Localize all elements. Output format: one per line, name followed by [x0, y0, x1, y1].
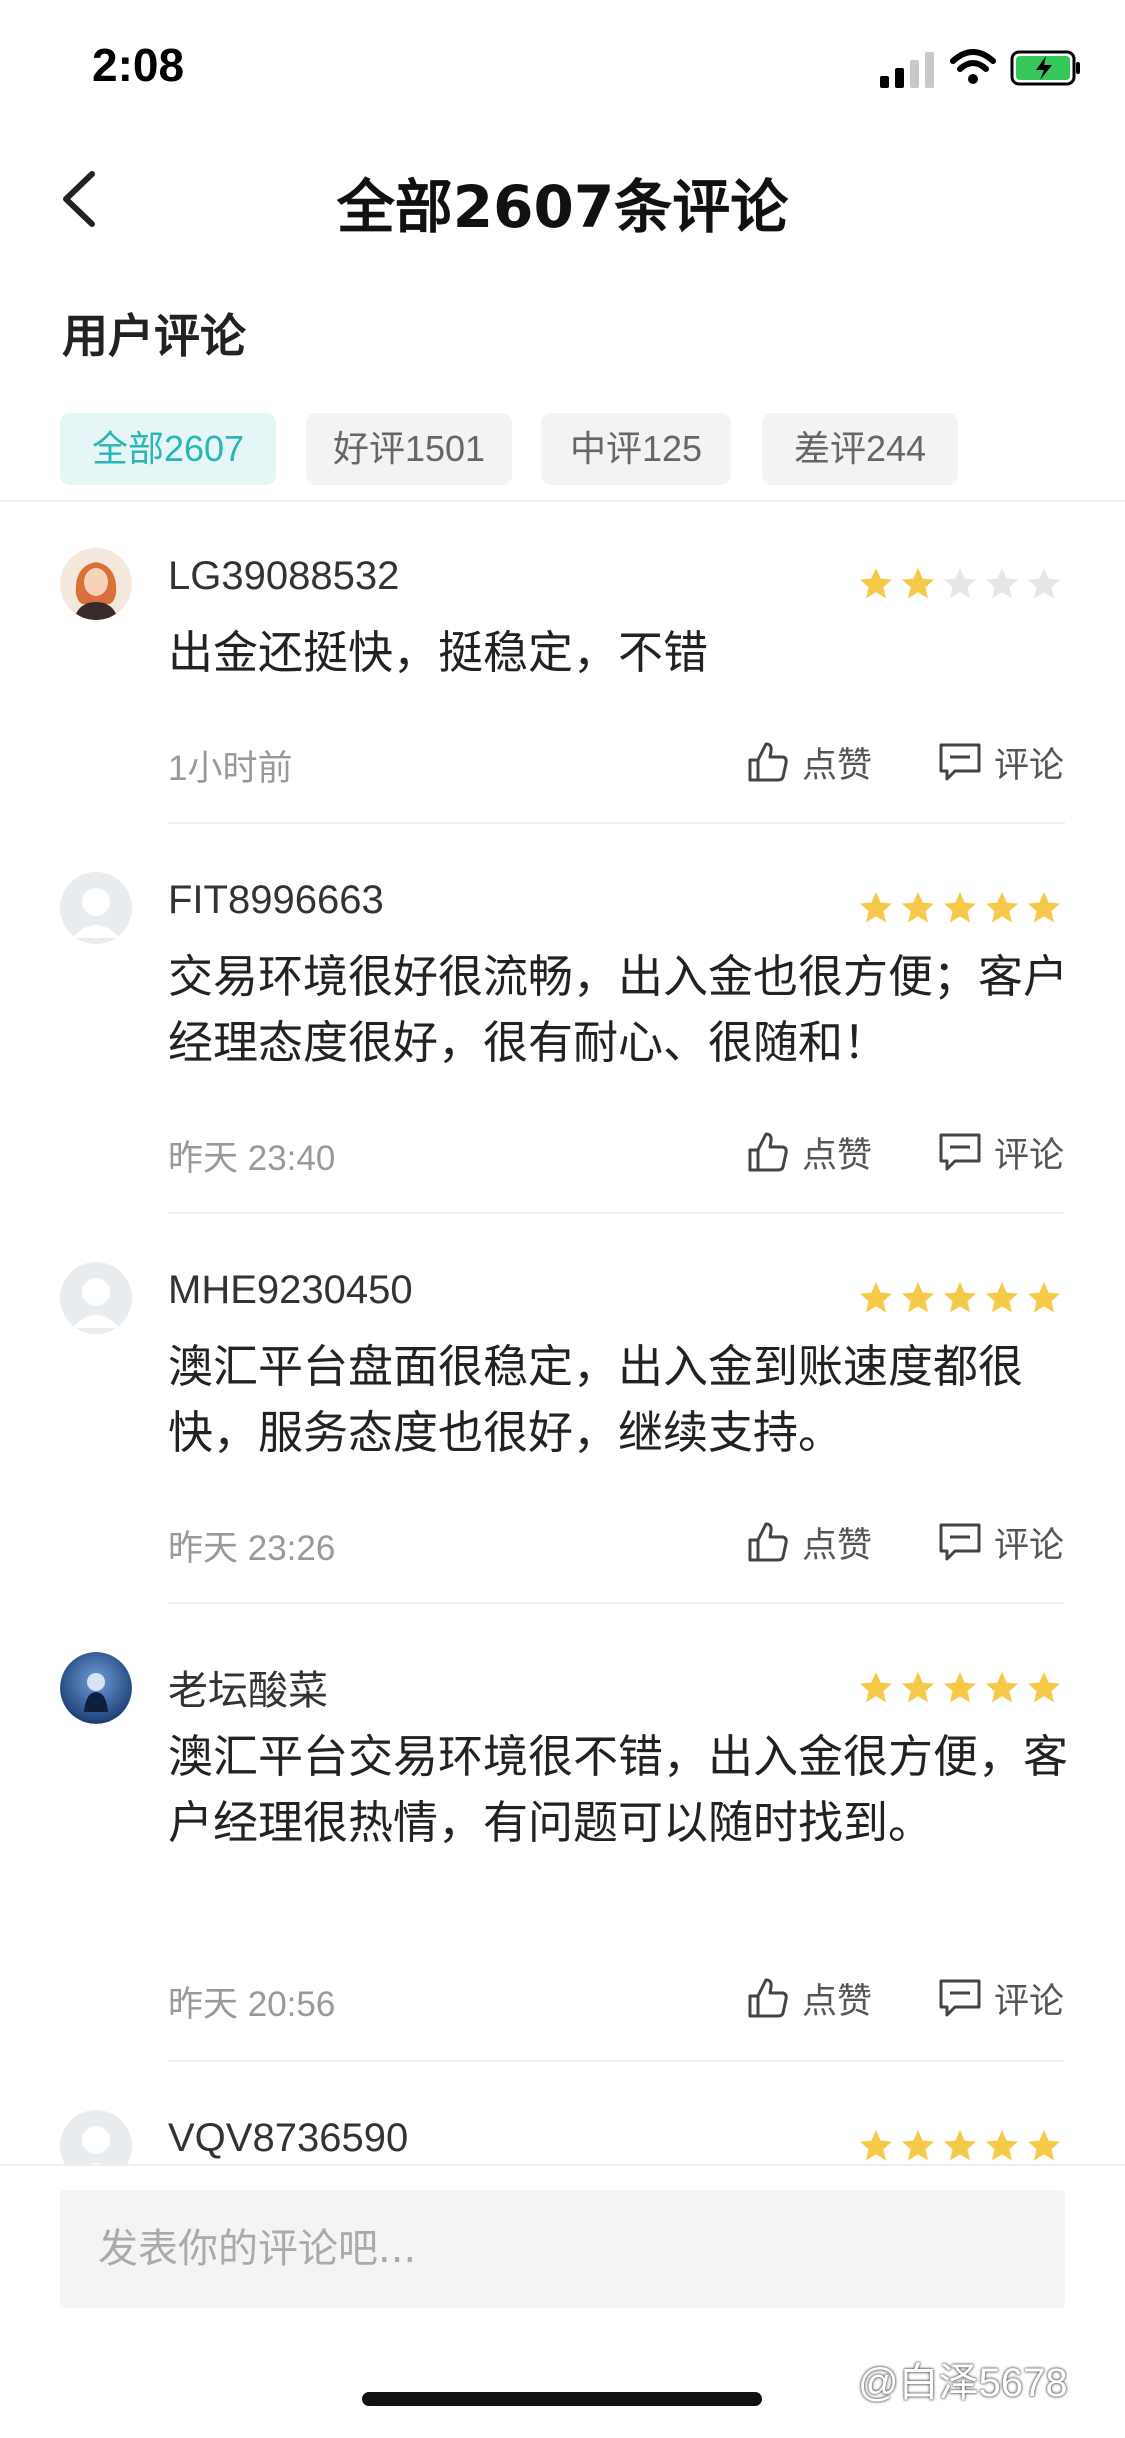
- comment-label: 评论: [994, 1981, 1065, 2022]
- cellular-signal-icon: [880, 52, 934, 88]
- star-icon: [944, 2130, 976, 2161]
- divider: [168, 2060, 1065, 2062]
- star-icon: [944, 892, 976, 923]
- comment-button[interactable]: 评论: [938, 738, 1064, 786]
- review-time: 昨天 20:56: [168, 1985, 336, 2024]
- review-username: LG39088532: [168, 554, 400, 598]
- user-avatar-icon: [60, 1652, 132, 1724]
- star-icon: [986, 568, 1018, 599]
- tab-all[interactable]: 全部2607: [60, 413, 276, 485]
- review-time: 昨天 23:26: [168, 1529, 336, 1568]
- star-icon: [860, 1672, 892, 1703]
- like-button[interactable]: 点赞: [746, 738, 872, 786]
- comment-label: 评论: [994, 745, 1065, 786]
- star-icon: [1028, 1672, 1060, 1703]
- star-icon: [986, 1672, 1018, 1703]
- like-label: 点赞: [802, 1135, 873, 1176]
- like-button[interactable]: 点赞: [746, 1128, 872, 1176]
- thumbs-up-icon: [748, 1132, 788, 1172]
- battery-charging-icon: [1010, 50, 1080, 86]
- review-content: 澳汇平台盘面很稳定，出入金到账速度都很快，服务态度也很好，继续支持。: [168, 1340, 1024, 1459]
- comment-icon: [939, 1133, 981, 1171]
- review-time: 昨天 23:40: [168, 1139, 336, 1178]
- review-username: MHE9230450: [168, 1268, 413, 1312]
- divider: [168, 822, 1065, 824]
- comment-input[interactable]: [60, 2190, 1065, 2308]
- review-content: 出金还挺快，挺稳定，不错: [168, 626, 709, 679]
- like-button[interactable]: 点赞: [746, 1518, 872, 1566]
- divider: [0, 500, 1125, 502]
- divider: [168, 1212, 1065, 1214]
- star-rating: [858, 566, 1068, 602]
- comment-icon: [939, 1523, 981, 1561]
- thumbs-up-icon: [748, 1978, 788, 2018]
- thumbs-up-icon: [748, 742, 788, 782]
- page-title: 全部2607条评论: [336, 173, 789, 241]
- comment-button[interactable]: 评论: [938, 1128, 1064, 1176]
- tab-neutral[interactable]: 中评125: [541, 413, 731, 485]
- divider: [168, 1602, 1065, 1604]
- status-time: 2:08: [92, 39, 185, 91]
- star-icon: [986, 892, 1018, 923]
- like-button[interactable]: 点赞: [746, 1974, 872, 2022]
- avatar[interactable]: [60, 872, 132, 944]
- section-title: 用户评论: [62, 309, 246, 363]
- thumbs-up-icon: [748, 1522, 788, 1562]
- star-icon: [1028, 1282, 1060, 1313]
- star-icon: [860, 1282, 892, 1313]
- wifi-icon: [950, 49, 996, 84]
- like-label: 点赞: [802, 1525, 873, 1566]
- star-rating: [858, 1670, 1068, 1706]
- star-icon: [986, 2130, 1018, 2161]
- star-icon: [902, 892, 934, 923]
- comment-label: 评论: [994, 1135, 1065, 1176]
- avatar[interactable]: [60, 1652, 132, 1724]
- avatar[interactable]: [60, 548, 132, 620]
- like-label: 点赞: [802, 1981, 873, 2022]
- star-icon: [902, 1672, 934, 1703]
- default-avatar-icon: [60, 872, 132, 944]
- avatar[interactable]: [60, 1262, 132, 1334]
- like-label: 点赞: [802, 745, 873, 786]
- comment-icon: [939, 1979, 981, 2017]
- watermark: @白泽5678: [858, 2361, 1068, 2405]
- comment-button[interactable]: 评论: [938, 1518, 1064, 1566]
- star-icon: [860, 2130, 892, 2161]
- tab-negative[interactable]: 差评244: [762, 413, 958, 485]
- review-content: 交易环境很好很流畅，出入金也很方便；客户经理态度很好，很有耐心、很随和！: [168, 950, 1069, 1069]
- star-rating: [858, 890, 1068, 926]
- star-icon: [1028, 568, 1060, 599]
- star-icon: [944, 1672, 976, 1703]
- review-username: FIT8996663: [168, 878, 384, 922]
- star-icon: [986, 1282, 1018, 1313]
- status-bar: 2:08: [0, 0, 1125, 135]
- review-username: 老坛酸菜: [168, 1669, 328, 1713]
- star-rating: [858, 1280, 1068, 1316]
- review-content: 澳汇平台交易环境很不错，出入金很方便，客户经理很热情，有问题可以随时找到。: [168, 1730, 1069, 1849]
- star-icon: [902, 1282, 934, 1313]
- star-rating: [858, 2128, 1068, 2164]
- review-username: VQV8736590: [168, 2116, 409, 2160]
- star-icon: [902, 568, 934, 599]
- review-time: 1小时前: [168, 749, 293, 788]
- star-icon: [860, 892, 892, 923]
- tab-positive[interactable]: 好评1501: [306, 413, 512, 485]
- star-icon: [860, 568, 892, 599]
- comment-label: 评论: [994, 1525, 1065, 1566]
- star-icon: [1028, 2130, 1060, 2161]
- comment-button[interactable]: 评论: [938, 1974, 1064, 2022]
- star-icon: [902, 2130, 934, 2161]
- star-icon: [1028, 892, 1060, 923]
- comment-icon: [939, 743, 981, 781]
- star-icon: [944, 1282, 976, 1313]
- star-icon: [944, 568, 976, 599]
- user-avatar-icon: [60, 548, 132, 620]
- default-avatar-icon: [60, 1262, 132, 1334]
- home-indicator[interactable]: [362, 2392, 762, 2406]
